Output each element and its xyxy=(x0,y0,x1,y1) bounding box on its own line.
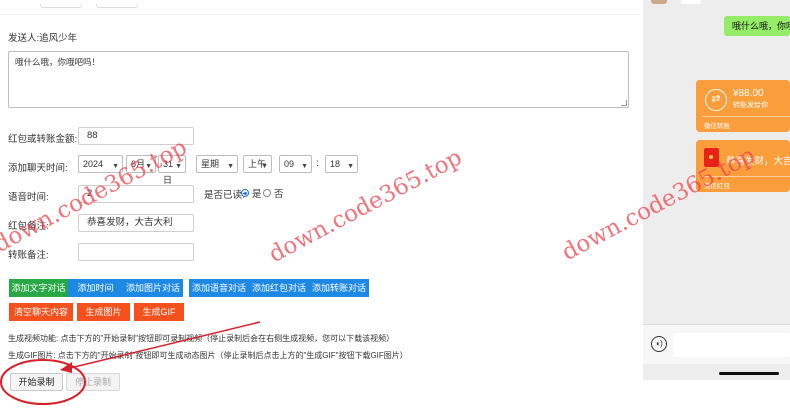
card-divider xyxy=(702,176,790,177)
chevron-down-icon: ▼ xyxy=(347,163,354,170)
gif-note: 生成GIF图片: 点击下方的"开始录制"按钮即可生成动态图片（停止录制后点击上方… xyxy=(8,351,408,360)
message-textarea[interactable]: 哦什么哦，你哦吧吗！ xyxy=(8,51,629,108)
weekday-select[interactable]: 星期 ▼ xyxy=(196,155,238,173)
chevron-down-icon: ▼ xyxy=(175,163,182,170)
clear-chat-button[interactable]: 清空聊天内容 xyxy=(9,303,73,321)
chevron-down-icon: ▼ xyxy=(261,163,268,170)
chevron-down-icon: ▼ xyxy=(112,163,119,170)
hour-value: 09 xyxy=(284,159,295,169)
video-note: 生成视频功能: 点击下方的"开始录制"按钮即可录制视频（停止录制后会在右侧生成视… xyxy=(8,334,395,343)
ampm-select[interactable]: 上午 ▼ xyxy=(243,155,272,173)
transfer-card: ⇄ ¥88.00 转账发给你 微信转账 xyxy=(696,80,790,132)
transfer-note-input[interactable] xyxy=(78,243,194,261)
transfer-amount: ¥88.00 xyxy=(733,88,764,99)
transfer-footer: 微信转账 xyxy=(704,123,730,130)
message-text: 哦什么哦，你哦吧吗！ xyxy=(15,57,101,67)
read-status-label: 是否已读: xyxy=(204,190,245,201)
read-no-radio[interactable]: 否 xyxy=(263,186,284,200)
weekday-value: 星期 xyxy=(201,159,220,169)
sender-value: 追风少年 xyxy=(39,33,78,44)
radio-checked-icon xyxy=(241,189,249,197)
transfer-icon: ⇄ xyxy=(705,89,727,111)
radio-unchecked-icon xyxy=(263,189,271,197)
read-yes-radio[interactable]: 是 xyxy=(241,186,262,200)
voice-time-label: 语音时间: xyxy=(8,192,49,203)
add-transfer-button[interactable]: 添加转账对话 xyxy=(309,279,369,297)
top-tab-strip xyxy=(40,0,152,8)
divider xyxy=(0,14,640,15)
time-colon: : xyxy=(316,158,319,169)
amount-input[interactable]: 88 xyxy=(78,127,194,145)
red-packet-text: 恭喜发财，大吉 xyxy=(726,156,790,167)
top-tab-1[interactable] xyxy=(40,4,82,8)
chevron-down-icon: ▼ xyxy=(301,163,308,170)
day-select[interactable]: 31日 ▼ xyxy=(158,155,186,185)
minute-value: 18 xyxy=(330,159,341,169)
add-red-packet-button[interactable]: 添加红包对话 xyxy=(249,279,309,297)
red-packet-footer: 微信红包 xyxy=(704,183,730,190)
editor-panel: 发送人:追风少年 哦什么哦，你哦吧吗！ 红包或转账金额: 88 添加聊天时间: … xyxy=(0,0,640,414)
add-voice-button[interactable]: 添加语音对话 xyxy=(189,279,249,297)
phone-preview: 哦什么哦，你哦 ⇄ ¥88.00 转账发给你 微信转账 恭喜发财，大吉 微信红包 xyxy=(643,0,790,380)
sender-row: 发送人:追风少年 xyxy=(8,30,77,44)
red-packet-card: 恭喜发财，大吉 微信红包 xyxy=(696,140,790,192)
text-bubble: 哦什么哦，你哦 xyxy=(724,16,790,36)
red-packet-note-label: 红包备注: xyxy=(8,221,49,232)
generate-gif-button[interactable]: 生成GIF xyxy=(134,303,184,321)
day-value: 31日 xyxy=(163,159,174,185)
add-image-button[interactable]: 添加图片对话 xyxy=(123,279,183,297)
generate-image-button[interactable]: 生成图片 xyxy=(77,303,130,321)
start-record-button[interactable]: 开始录制 xyxy=(10,373,63,391)
chevron-down-icon: ▼ xyxy=(227,163,234,170)
phone-input-bar: ◖) xyxy=(643,324,790,364)
hour-select[interactable]: 09 ▼ xyxy=(279,155,312,173)
amount-label: 红包或转账金额: xyxy=(8,134,78,145)
red-envelope-icon xyxy=(704,148,719,167)
year-select[interactable]: 2024 ▼ xyxy=(78,155,123,173)
chat-time-label: 添加聊天时间: xyxy=(8,163,68,174)
year-value: 2024 xyxy=(83,159,104,169)
home-indicator xyxy=(719,372,779,375)
transfer-note-label: 转账备注: xyxy=(8,250,49,261)
month-value: 6月 xyxy=(131,159,146,169)
month-select[interactable]: 6月 ▼ xyxy=(126,155,156,173)
add-time-button[interactable]: 添加时间 xyxy=(68,279,123,297)
read-no-label: 否 xyxy=(274,189,284,200)
phone-message-input[interactable] xyxy=(673,333,790,357)
voice-time-input[interactable]: 2 xyxy=(78,185,194,203)
resize-grip-icon[interactable] xyxy=(621,100,627,106)
read-yes-label: 是 xyxy=(252,189,262,200)
top-tab-2[interactable] xyxy=(96,4,138,8)
transfer-subtext: 转账发给你 xyxy=(733,102,768,109)
voice-icon[interactable]: ◖) xyxy=(651,336,667,352)
avatar xyxy=(651,0,667,4)
add-text-button[interactable]: 添加文字对话 xyxy=(9,279,68,297)
sender-label: 发送人: xyxy=(8,33,40,44)
chat-name-placeholder xyxy=(681,0,701,4)
stop-record-button[interactable]: 停止录制 xyxy=(66,373,120,391)
chevron-down-icon: ▼ xyxy=(145,163,152,170)
red-packet-note-input[interactable]: 恭喜发财，大吉大利 xyxy=(78,214,194,232)
card-divider xyxy=(702,116,790,117)
minute-select[interactable]: 18 ▼ xyxy=(325,155,358,173)
